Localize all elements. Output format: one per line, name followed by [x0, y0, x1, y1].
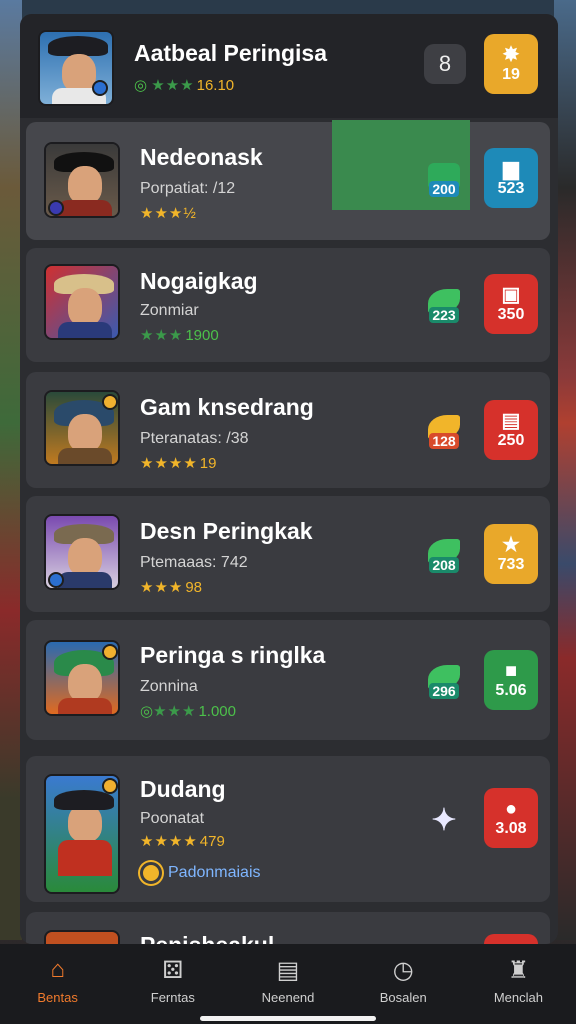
game-thumbnail	[44, 142, 120, 218]
game-subtitle: Pteranatas: /38	[140, 430, 249, 447]
game-subtitle: Porpatiat: /12	[140, 180, 236, 197]
chest-icon: ▣	[501, 284, 521, 306]
game-subtitle: Poonatat	[140, 810, 205, 827]
game-title: Nedeonask	[140, 144, 263, 170]
clock-icon: ◷	[392, 956, 414, 984]
game-thumbnail	[44, 640, 120, 716]
home-icon: ⌂	[50, 956, 65, 983]
sparkle-icon: ✦	[431, 803, 457, 837]
score-badge[interactable]: ★ 733	[484, 524, 538, 584]
score-badge[interactable]: ▆ 523	[484, 148, 538, 208]
score-badge[interactable]: ▤ 250	[484, 400, 538, 460]
resource-indicator: 208	[422, 528, 466, 584]
tab-home[interactable]: ⌂ Bentas	[0, 944, 115, 1024]
count-badge: 8	[424, 44, 466, 84]
bottom-tab-bar: ⌂ Bentas ⚄ Ferntas ▤ Neenend ◷ Bosalen ♜…	[0, 944, 576, 1024]
list-item[interactable]: Nedeonask Porpatiat: /12 ★★★½	[26, 122, 550, 240]
game-link[interactable]: Padonmaiais	[140, 862, 261, 884]
game-title: Peringa s ringlka	[140, 642, 326, 668]
game-thumbnail	[38, 30, 114, 106]
featured-entry[interactable]: Aatbeal Peringisa ◎ ★★★ 16.10 8 ✸ 19	[20, 14, 558, 118]
game-rating: ★★★½	[140, 205, 197, 222]
resource-indicator: 223	[422, 278, 466, 334]
leaderboard-panel: Aatbeal Peringisa ◎ ★★★ 16.10 8 ✸ 19 Nede…	[20, 14, 558, 944]
list-item[interactable]: Desn Peringkak Ptemaaas: 742 ★★★ 98 208 ★…	[26, 496, 550, 612]
game-title: Dudang	[140, 776, 226, 802]
list-item[interactable]: Dudang Poonatat ★★★★ 479 Padonmaiais ✦ ● …	[26, 756, 550, 902]
game-thumbnail	[44, 390, 120, 466]
tab-trophy[interactable]: ♜ Menclah	[461, 944, 576, 1024]
game-subtitle: Zonmiar	[140, 302, 199, 319]
game-title: Penisheakul	[140, 932, 274, 944]
medal-icon: ●	[504, 798, 518, 820]
scroll-icon: ▤	[501, 410, 521, 432]
score-badge[interactable]: ■ 5.06	[484, 650, 538, 710]
game-thumbnail	[44, 774, 120, 894]
list-item[interactable]: Gam knsedrang Pteranatas: /38 ★★★★ 19 128…	[26, 372, 550, 488]
featured-title: Aatbeal Peringisa	[134, 40, 328, 66]
game-thumbnail	[44, 930, 120, 944]
bag-icon: ▆	[503, 158, 519, 180]
game-rating: ★★★ 98	[140, 579, 203, 596]
tab-games[interactable]: ⚄ Ferntas	[115, 944, 230, 1024]
game-thumbnail	[44, 264, 120, 340]
tab-clock[interactable]: ◷ Bosalen	[346, 944, 461, 1024]
score-badge[interactable]: ● 3.08	[484, 788, 538, 848]
cube-icon: ■	[504, 660, 518, 682]
list-item[interactable]: Peringa s ringlka Zonnina ◎★★★ 1.000 296 …	[26, 620, 550, 740]
game-thumbnail	[44, 514, 120, 590]
games-icon: ⚄	[162, 956, 184, 984]
resource-indicator: 296	[422, 654, 466, 710]
game-rating: ★★★ 1900	[140, 327, 219, 344]
game-subtitle: Zonnina	[140, 678, 198, 695]
game-subtitle: Ptemaaas: 742	[140, 554, 248, 571]
trophy-icon: ♜	[507, 956, 530, 984]
background-left	[0, 0, 22, 940]
home-indicator	[200, 1016, 376, 1021]
game-title: Nogaigkag	[140, 268, 258, 294]
resource-indicator: 200	[422, 152, 466, 208]
featured-rating: ◎ ★★★ 16.10	[134, 77, 235, 94]
coin-icon	[140, 862, 162, 884]
game-title: Desn Peringkak	[140, 518, 313, 544]
game-title: Gam knsedrang	[140, 394, 314, 420]
list-item[interactable]: Penisheakul	[26, 912, 550, 944]
list-item[interactable]: Nogaigkag Zonmiar ★★★ 1900 223 ▣ 350	[26, 248, 550, 362]
score-badge[interactable]: ✸ 19	[484, 34, 538, 94]
game-rating: ★★★★ 479	[140, 833, 225, 850]
score-badge[interactable]	[484, 934, 538, 944]
tab-list[interactable]: ▤ Neenend	[230, 944, 345, 1024]
resource-indicator: 128	[422, 404, 466, 460]
list-icon: ▤	[276, 956, 300, 984]
gem-icon: ✸	[502, 44, 520, 66]
game-rating: ★★★★ 19	[140, 455, 217, 472]
score-badge[interactable]: ▣ 350	[484, 274, 538, 334]
star-icon: ★	[502, 534, 520, 556]
game-rating: ◎★★★ 1.000	[140, 703, 236, 720]
